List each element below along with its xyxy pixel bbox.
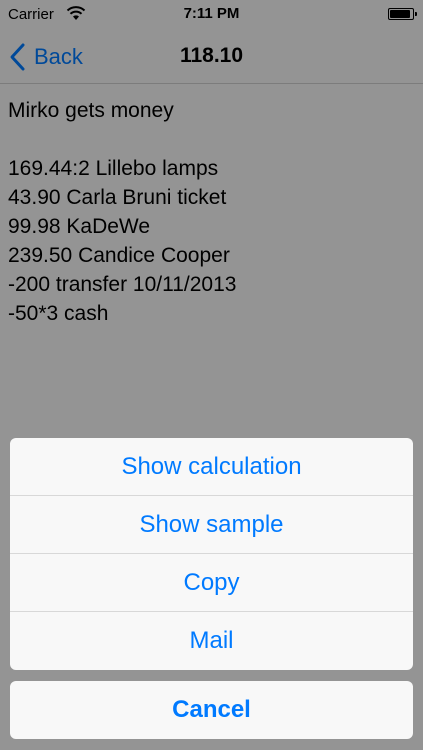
mail-button[interactable]: Mail [10, 612, 413, 670]
cancel-button[interactable]: Cancel [10, 681, 413, 739]
show-calculation-button[interactable]: Show calculation [10, 438, 413, 496]
action-sheet: Show calculation Show sample Copy Mail [10, 438, 413, 670]
show-sample-button[interactable]: Show sample [10, 496, 413, 554]
copy-button[interactable]: Copy [10, 554, 413, 612]
